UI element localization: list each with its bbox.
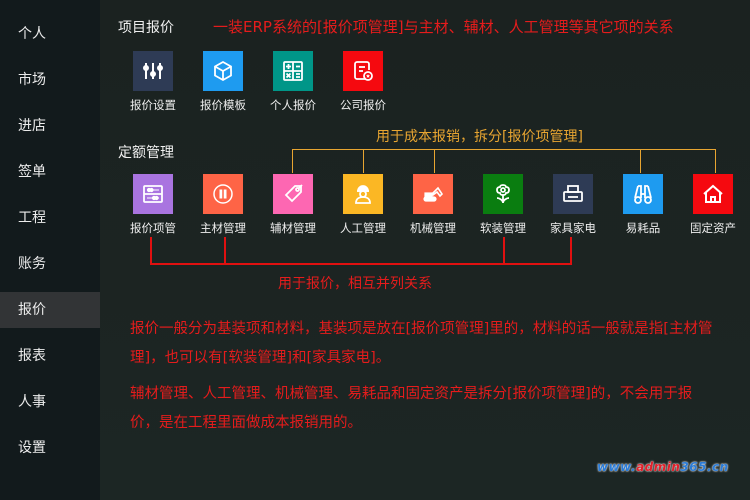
tile-label: 辅材管理 [270,221,316,235]
cost-annotation: 用于成本报销，拆分[报价项管理] [376,129,583,145]
cost-bracket-tick [434,149,435,173]
tile-label: 软装管理 [480,221,526,235]
cost-bracket-tick [292,149,293,173]
watermark-part: www. [597,460,637,474]
tile-quote-template[interactable] [203,51,243,91]
sidebar-item-contract[interactable]: 签单 [0,149,100,195]
document-badge-icon [354,61,373,81]
sidebar-item-settings[interactable]: 设置 [0,425,100,471]
tile-fixed-assets[interactable] [693,174,733,214]
watermark-part: admin [636,460,681,474]
tile-label: 主材管理 [200,221,246,235]
quote-annotation: 用于报价，相互并列关系 [278,276,432,292]
quote-bracket-tick [570,237,572,265]
tile-label: 家具家电 [550,221,596,235]
tile-quote-settings[interactable] [133,51,173,91]
tile-label: 人工管理 [340,221,386,235]
calculator-icon [283,61,303,81]
tile-labor[interactable] [343,174,383,214]
explanation-paragraph-2: 辅材管理、人工管理、机械管理、易耗品和固定资产是拆分[报价项管理]的，不会用于报… [130,386,693,431]
tile-company-quote[interactable] [343,51,383,91]
tile-label: 公司报价 [340,98,386,112]
flower-icon [496,184,510,204]
relationship-annotation: 一装ERP系统的[报价项管理]与主材、辅材、人工管理等其它项的关系 [213,18,674,36]
quote-bracket-tick [224,237,226,265]
sidebar-item-hr[interactable]: 人事 [0,379,100,425]
sidebar-item-market[interactable]: 市场 [0,57,100,103]
tile-furniture-appliances[interactable] [553,174,593,214]
house-icon [703,184,723,203]
tile-consumables[interactable] [623,174,663,214]
sidebar-item-reports[interactable]: 报表 [0,333,100,379]
sidebar-item-store-visit[interactable]: 进店 [0,103,100,149]
tile-label: 机械管理 [410,221,456,235]
excavator-icon [423,186,444,202]
sidebar-item-quote[interactable]: 报价 [0,292,100,328]
tile-soft-furnishing[interactable] [483,174,523,214]
tag-icon [284,184,303,203]
worker-icon [355,185,371,204]
tile-label: 报价模板 [200,98,246,112]
sliders-icon [143,63,163,79]
tile-quote-items[interactable] [133,174,173,214]
quote-bracket-line [150,263,572,265]
watermark: www.admin365.cn [597,460,729,474]
binoculars-icon [634,185,652,204]
section-title-quota-management: 定额管理 [118,145,174,161]
sidebar-item-project[interactable]: 工程 [0,195,100,241]
tile-personal-quote[interactable] [273,51,313,91]
cube-icon [214,60,232,82]
cost-bracket-tick [363,149,364,173]
tile-machinery[interactable] [413,174,453,214]
tile-label: 报价项管 [130,221,176,235]
tile-main-materials[interactable] [203,174,243,214]
abacus-icon [143,185,163,203]
sidebar-item-accounts[interactable]: 账务 [0,241,100,287]
tile-label: 报价设置 [130,98,176,112]
section-title-project-quote: 项目报价 [118,20,174,36]
quote-bracket-tick [150,237,152,265]
sidebar: 个人 市场 进店 签单 工程 账务 报价 报表 人事 设置 [0,0,100,500]
sidebar-item-personal[interactable]: 个人 [0,11,100,57]
watermark-part: 365.cn [680,460,729,474]
tile-label: 易耗品 [625,221,661,235]
cost-bracket-tick [715,149,716,173]
door-circle-icon [213,184,233,204]
tile-auxiliary-materials[interactable] [273,174,313,214]
cost-bracket-tick [640,149,641,173]
tile-label: 个人报价 [270,98,316,112]
tile-label: 固定资产 [690,221,736,235]
printer-icon [563,185,583,202]
quote-bracket-tick [503,237,505,265]
cost-bracket-line [292,149,716,150]
explanation-paragraph-1: 报价一般分为基装项和材料，基装项是放在[报价项管理]里的，材料的话一般就是指[主… [130,321,713,366]
